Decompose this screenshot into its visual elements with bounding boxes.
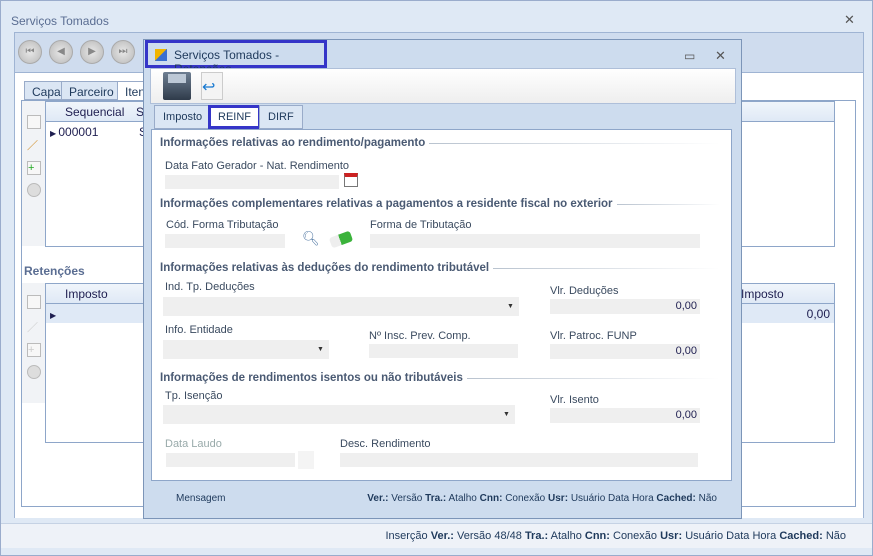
- status-cached-label: Cached:: [779, 530, 823, 542]
- footer-tra-label: Tra.:: [425, 493, 447, 504]
- next-record-icon[interactable]: ▶: [80, 40, 104, 64]
- vlr-ded-label: Vlr. Deduções: [550, 285, 619, 297]
- items-side-toolbar: ／ +: [22, 101, 46, 246]
- status-usr-label: Usr:: [660, 530, 683, 542]
- cell-sequencial: 000001: [58, 125, 99, 139]
- desc-rend-input[interactable]: [340, 453, 698, 467]
- status-mode: Inserção: [385, 530, 428, 542]
- status-tra-label: Tra.:: [524, 530, 549, 542]
- footer-ver-label: Ver.:: [367, 493, 389, 504]
- status-usr: Usuário Data Hora: [685, 530, 777, 542]
- chevron-down-icon[interactable]: ▼: [312, 340, 329, 359]
- first-record-icon[interactable]: ⏮: [18, 40, 42, 64]
- dialog-status-bar: Mensagem Ver.: Versão Tra.: Atalho Cnn: …: [144, 481, 741, 519]
- cod-forma-input[interactable]: [165, 234, 285, 248]
- chevron-down-icon[interactable]: ▼: [502, 297, 519, 316]
- section-isentos: Informações de rendimentos isentos ou nã…: [160, 372, 720, 384]
- dialog-title-bar: Serviços Tomados - Retenções: [145, 40, 327, 76]
- data-fato-input[interactable]: [165, 175, 339, 189]
- footer-cnn: Conexão: [505, 493, 546, 504]
- delete-icon[interactable]: [27, 183, 41, 197]
- new-icon[interactable]: [27, 295, 41, 309]
- last-record-icon[interactable]: ⏭: [111, 40, 135, 64]
- previous-record-icon[interactable]: ◀: [49, 40, 73, 64]
- status-tra: Atalho: [550, 530, 582, 542]
- footer-cached-label: Cached:: [656, 493, 696, 504]
- tab-dirf[interactable]: DIRF: [259, 105, 303, 129]
- forma-trib-label: Forma de Tributação: [370, 219, 472, 231]
- retencoes-side-toolbar: ／ +: [22, 283, 46, 403]
- cod-forma-label: Cód. Forma Tributação: [166, 219, 279, 231]
- new-icon[interactable]: [27, 115, 41, 129]
- footer-cnn-label: Cnn:: [479, 493, 503, 504]
- data-laudo-input[interactable]: [166, 453, 295, 467]
- insc-prev-label: Nº Insc. Prev. Comp.: [369, 330, 471, 342]
- footer-cached: Não: [698, 493, 717, 504]
- status-cnn: Conexão: [613, 530, 658, 542]
- footer-tra: Atalho: [448, 493, 477, 504]
- info-ent-label: Info. Entidade: [165, 324, 233, 336]
- desc-rend-label: Desc. Rendimento: [340, 438, 431, 450]
- tab-parceiro[interactable]: Parceiro: [61, 81, 122, 100]
- dialog-toolbar: ↩: [150, 68, 736, 104]
- retencoes-dialog: Serviços Tomados - Retenções ▭ ✕ ↩ Impos…: [143, 39, 742, 519]
- close-icon[interactable]: ✕: [844, 12, 855, 28]
- edit-icon[interactable]: ／: [27, 319, 41, 334]
- calendar-icon[interactable]: [298, 451, 314, 469]
- add-row-icon[interactable]: +: [27, 161, 41, 175]
- tab-reinf[interactable]: REINF: [208, 105, 261, 129]
- tp-isencao-label: Tp. Isenção: [165, 390, 223, 402]
- chevron-down-icon[interactable]: ▼: [498, 405, 515, 424]
- insc-prev-input[interactable]: [369, 344, 518, 358]
- delete-icon[interactable]: [27, 365, 41, 379]
- data-laudo-label: Data Laudo: [165, 438, 222, 450]
- add-row-icon[interactable]: +: [27, 343, 41, 357]
- status-message: Mensagem: [176, 493, 226, 504]
- status-cached: Não: [825, 530, 846, 542]
- app-icon: [155, 49, 167, 61]
- retencoes-title: Retenções: [24, 264, 85, 278]
- vlr-funp-label: Vlr. Patroc. FUNP: [550, 330, 637, 342]
- calendar-icon[interactable]: [344, 173, 358, 187]
- window-title: Serviços Tomados: [11, 14, 109, 28]
- tab-imposto[interactable]: Imposto: [154, 105, 212, 129]
- minimize-icon[interactable]: ▭: [684, 49, 695, 63]
- footer-usr-label: Usr:: [548, 493, 569, 504]
- ind-tp-select[interactable]: ▼: [163, 297, 519, 316]
- forma-trib-input[interactable]: [370, 234, 700, 248]
- status-ver-label: Ver.:: [430, 530, 454, 542]
- vlr-ded-input[interactable]: 0,00: [550, 299, 700, 314]
- vlr-isento-input[interactable]: 0,00: [550, 408, 700, 423]
- column-header-valor[interactable]: Imposto: [741, 287, 784, 301]
- section-exterior: Informações complementares relativas a p…: [160, 198, 720, 210]
- data-fato-label: Data Fato Gerador - Nat. Rendimento: [165, 160, 350, 172]
- reinf-panel: Informações relativas ao rendimento/paga…: [151, 129, 732, 481]
- tp-isencao-select[interactable]: ▼: [163, 405, 515, 424]
- info-ent-select[interactable]: ▼: [163, 340, 329, 359]
- edit-icon[interactable]: ／: [27, 137, 41, 152]
- cell-valor: 0,00: [806, 307, 830, 321]
- vlr-funp-input[interactable]: 0,00: [550, 344, 700, 359]
- dialog-status-info: Ver.: Versão Tra.: Atalho Cnn: Conexão U…: [367, 493, 717, 504]
- vlr-isento-label: Vlr. Isento: [550, 394, 599, 406]
- footer-usr: Usuário Data Hora: [570, 493, 654, 504]
- footer-ver: Versão: [391, 493, 423, 504]
- save-icon[interactable]: [163, 72, 191, 100]
- undo-icon[interactable]: ↩: [201, 72, 223, 100]
- section-deducoes: Informações relativas às deduções do ren…: [160, 262, 720, 274]
- eraser-icon[interactable]: [328, 230, 354, 249]
- section-rendimento: Informações relativas ao rendimento/paga…: [160, 137, 720, 149]
- close-icon[interactable]: ✕: [715, 48, 726, 64]
- search-icon[interactable]: 🔍︎: [302, 230, 320, 247]
- status-cnn-label: Cnn:: [584, 530, 610, 542]
- ind-tp-label: Ind. Tp. Deduções: [165, 281, 255, 293]
- status-ver: Versão 48/48: [457, 530, 522, 542]
- main-status-bar: Inserção Ver.: Versão 48/48 Tra.: Atalho…: [1, 523, 872, 548]
